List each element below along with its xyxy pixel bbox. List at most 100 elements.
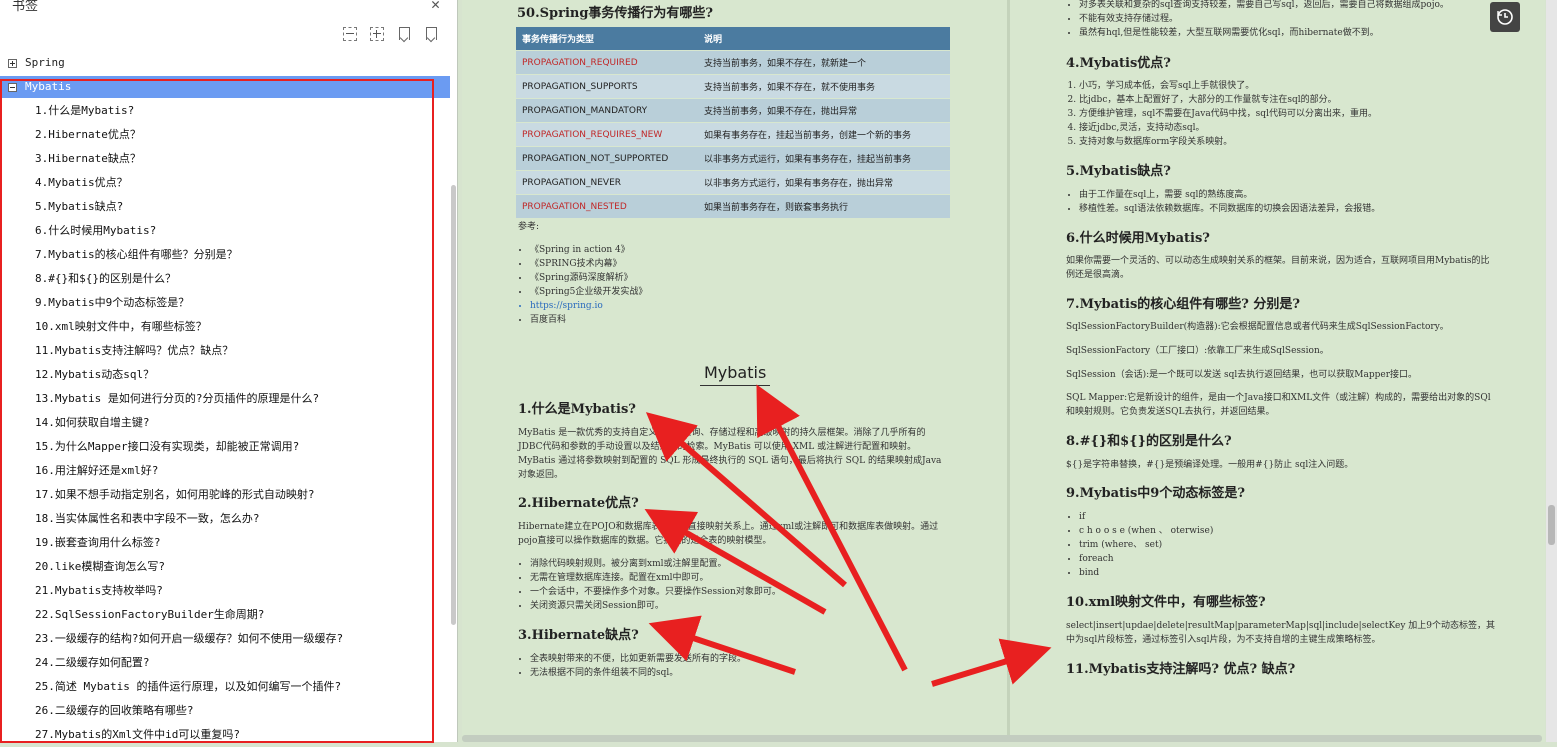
- sidebar-bookmark-item[interactable]: 14.如何获取自增主键?: [0, 411, 447, 435]
- reference-label: 参考:: [518, 222, 540, 232]
- paragraph-7a: SqlSessionFactoryBuilder(构造器):它会根据配置信息或者…: [1066, 322, 1449, 332]
- sidebar-bookmark-item[interactable]: 8.#{}和${}的区别是什么？: [0, 267, 447, 291]
- list-item: c h o o s e (when 、 oterwise): [1079, 524, 1213, 538]
- list-9: ifc h o o s e (when 、 oterwise)trim (whe…: [1067, 510, 1213, 580]
- sidebar-bookmark-item[interactable]: 11.Mybatis支持注解吗？优点？缺点？: [0, 339, 447, 363]
- sidebar-bookmark-item[interactable]: 2.Hibernate优点？: [0, 123, 447, 147]
- table-cell-desc: 以非事务方式运行，如果有事务存在，挂起当前事务: [698, 146, 950, 171]
- sidebar-bookmark-item[interactable]: 15.为什么Mapper接口没有实现类，却能被正常调用?: [0, 435, 447, 459]
- heading-2: 2.Hibernate优点?: [518, 496, 639, 511]
- table-row: PROPAGATION_NESTED 如果当前事务存在，则嵌套事务执行: [516, 194, 950, 218]
- tree-node-mybatis[interactable]: Mybatis: [0, 76, 450, 98]
- history-icon[interactable]: [1490, 2, 1520, 32]
- sidebar-bookmark-item[interactable]: 18.当实体属性名和表中字段不一致，怎么办?: [0, 507, 447, 531]
- reference-list: 《Spring in action 4》《SPRING技术内幕》《Spring源…: [518, 243, 647, 327]
- paragraph-7c: SqlSession（会话):是一个既可以发送 sql去执行返回结果，也可以获取…: [1066, 370, 1418, 380]
- sidebar-bookmark-item[interactable]: 21.Mybatis支持枚举吗?: [0, 579, 447, 603]
- table-cell-type: PROPAGATION_NOT_SUPPORTED: [516, 146, 698, 171]
- list-4: 小巧，学习成本低，会写sql上手就很快了。比jdbc，基本上配置好了，大部分的工…: [1067, 79, 1377, 149]
- horizontal-scrollbar[interactable]: [462, 735, 1542, 742]
- table-cell-type: PROPAGATION_REQUIRES_NEW: [516, 122, 698, 147]
- sidebar-title: 书签: [12, 0, 39, 14]
- paragraph-7d: SQL Mapper:它是新设计的组件，是由一个Java接口和XML文件（或注解…: [1066, 393, 1491, 417]
- sidebar-bookmark-item[interactable]: 6.什么时候用Mybatis?: [0, 219, 447, 243]
- list-3: 全表映射带来的不便，比如更新需要发送所有的字段。无法根据不同的条件组装不同的sq…: [518, 652, 746, 680]
- expand-icon[interactable]: [8, 58, 17, 68]
- close-icon[interactable]: ✕: [431, 0, 440, 13]
- list-item: 《Spring in action 4》: [530, 243, 647, 257]
- list-item: 无法根据不同的条件组装不同的sql。: [530, 666, 746, 680]
- sidebar-bookmark-item[interactable]: 24.二级缓存如何配置?: [0, 651, 447, 675]
- heading-3: 3.Hibernate缺点?: [518, 628, 639, 643]
- list-item: 支持对象与数据库orm字段关系映射。: [1079, 135, 1377, 149]
- paragraph-2: Hibernate建立在POJO和数据库表模型的直接映射关系上。通过xml或注解…: [518, 522, 939, 546]
- sidebar-bookmark-item[interactable]: 7.Mybatis的核心组件有哪些？分别是？: [0, 243, 447, 267]
- sidebar-bookmark-item[interactable]: 12.Mybatis动态sql？: [0, 363, 447, 387]
- sidebar-bookmark-item[interactable]: 27.Mybatis的Xml文件中id可以重复吗?: [0, 723, 447, 747]
- collapse-all-icon[interactable]: [343, 27, 357, 41]
- table-header: 事务传播行为类型: [516, 27, 698, 51]
- sidebar-bookmark-item[interactable]: 17.如果不想手动指定别名，如何用驼峰的形式自动映射?: [0, 483, 447, 507]
- list-item: 比jdbc，基本上配置好了，大部分的工作量就专注在sql的部分。: [1079, 93, 1377, 107]
- heading-9: 9.Mybatis中9个动态标签是?: [1066, 486, 1245, 501]
- reference-link[interactable]: https://spring.io: [530, 299, 647, 313]
- sidebar-bookmark-item[interactable]: 5.Mybatis缺点?: [0, 195, 447, 219]
- sidebar-bookmark-item[interactable]: 25.简述 Mybatis 的插件运行原理，以及如何编写一个插件?: [0, 675, 447, 699]
- heading-6: 6.什么时候用Mybatis?: [1066, 231, 1210, 246]
- list-item: 不能有效支持存储过程。: [1079, 12, 1449, 26]
- sidebar-bookmark-item[interactable]: 13.Mybatis 是如何进行分页的?分页插件的原理是什么?: [0, 387, 447, 411]
- expand-all-icon[interactable]: [370, 27, 384, 41]
- table-cell-desc: 如果有事务存在，挂起当前事务，创建一个新的事务: [698, 122, 950, 147]
- tree-node-label: Mybatis: [25, 80, 72, 93]
- sidebar-bookmark-item[interactable]: 9.Mybatis中9个动态标签是？: [0, 291, 447, 315]
- list-item: 由于工作量在sql上，需要 sql的熟练度高。: [1079, 188, 1380, 202]
- table-row: PROPAGATION_MANDATORY 支持当前事务，如果不存在，抛出异常: [516, 98, 950, 123]
- sidebar-bookmark-item[interactable]: 26.二级缓存的回收策略有哪些?: [0, 699, 447, 723]
- table-row: PROPAGATION_SUPPORTS 支持当前事务，如果不存在，就不使用事务: [516, 74, 950, 99]
- list-item: 虽然有hql,但是性能较差，大型互联网需要优化sql，而hibernate做不到…: [1079, 26, 1449, 40]
- table-cell-desc: 以非事务方式运行，如果有事务存在，抛出异常: [698, 170, 950, 195]
- table-cell-desc: 如果当前事务存在，则嵌套事务执行: [698, 194, 950, 218]
- list-item: 《Spring5企业级开发实战》: [530, 285, 647, 299]
- sidebar-bookmark-item[interactable]: 19.嵌套查询用什么标签?: [0, 531, 447, 555]
- list-item: 《SPRING技术内幕》: [530, 257, 647, 271]
- list-item: bind: [1079, 566, 1213, 580]
- paragraph-7b: SqlSessionFactory（工厂接口）:依靠工厂来生成SqlSessio…: [1066, 346, 1329, 356]
- list-item: 方便维护管理，sql不需要在Java代码中找，sql代码可以分离出来，重用。: [1079, 107, 1377, 121]
- bookmark-icon[interactable]: [424, 27, 438, 41]
- scrollbar-thumb[interactable]: [1548, 505, 1555, 545]
- sidebar-bookmark-item[interactable]: 20.like模糊查询怎么写?: [0, 555, 447, 579]
- list-item: 百度百科: [530, 313, 647, 327]
- sidebar-bookmark-item[interactable]: 22.SqlSessionFactoryBuilder生命周期?: [0, 603, 447, 627]
- sidebar-bookmark-item[interactable]: 4.Mybatis优点？: [0, 171, 447, 195]
- list-item: 对多表关联和复杂的sql查询支持较差，需要自己写sql，返回后，需要自己将数据组…: [1079, 0, 1449, 12]
- sidebar-bookmark-item[interactable]: 16.用注解好还是xml好?: [0, 459, 447, 483]
- sidebar-bookmark-item[interactable]: 3.Hibernate缺点？: [0, 147, 447, 171]
- list-item: 移植性差。sql语法依赖数据库。不同数据库的切换会因语法差异，会报错。: [1079, 202, 1380, 216]
- mybatis-bookmark-list: 1.什么是Mybatis? 2.Hibernate优点？ 3.Hibernate缺点…: [0, 99, 447, 747]
- heading-5: 5.Mybatis缺点?: [1066, 164, 1171, 179]
- list-item: 关闭资源只需关闭Session即可。: [530, 599, 781, 613]
- vertical-scrollbar[interactable]: [1546, 0, 1557, 742]
- sidebar-bookmark-item[interactable]: 10.xml映射文件中，有哪些标签？: [0, 315, 447, 339]
- table-cell-type: PROPAGATION_MANDATORY: [516, 98, 698, 123]
- list-item: 消除代码映射规则。被分离到xml或注解里配置。: [530, 557, 781, 571]
- list-2: 消除代码映射规则。被分离到xml或注解里配置。无需在管理数据库连接。配置在xml…: [518, 557, 781, 613]
- add-bookmark-icon[interactable]: [397, 27, 411, 41]
- heading-1: 1.什么是Mybatis?: [518, 402, 636, 417]
- tree-node-spring[interactable]: Spring: [0, 52, 65, 74]
- sidebar-scrollbar[interactable]: [451, 185, 456, 625]
- table-row: PROPAGATION_REQUIRES_NEW 如果有事务存在，挂起当前事务，创…: [516, 122, 950, 147]
- sidebar-bookmark-item[interactable]: 23.一级缓存的结构?如何开启一级缓存？如何不使用一级缓存?: [0, 627, 447, 651]
- heading-50: 50.Spring事务传播行为有哪些?: [517, 6, 714, 21]
- heading-7: 7.Mybatis的核心组件有哪些? 分别是?: [1066, 297, 1301, 312]
- collapse-icon[interactable]: [8, 82, 17, 92]
- table-row: PROPAGATION_REQUIRED 支持当前事务，如果不存在，就新建一个: [516, 50, 950, 75]
- heading-8: 8.#{}和${}的区别是什么?: [1066, 434, 1232, 449]
- bookmark-sidebar: 书签 ✕ Spring Mybatis 1.什么是Mybatis? 2.Hiber…: [0, 0, 458, 743]
- paragraph-10: select|insert|updae|delete|resultMap|par…: [1066, 621, 1495, 645]
- list-item: foreach: [1079, 552, 1213, 566]
- table-cell-type: PROPAGATION_SUPPORTS: [516, 74, 698, 99]
- sidebar-bookmark-item[interactable]: 1.什么是Mybatis?: [0, 99, 447, 123]
- list-item: 全表映射带来的不便，比如更新需要发送所有的字段。: [530, 652, 746, 666]
